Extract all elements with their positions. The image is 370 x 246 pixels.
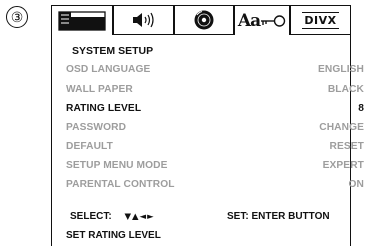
speaker-icon bbox=[132, 12, 154, 28]
audio-tab[interactable] bbox=[113, 5, 174, 35]
setup-tab-bar: Aa DIVX bbox=[51, 5, 357, 35]
disc-tab[interactable] bbox=[174, 5, 234, 35]
page-title: SYSTEM SETUP bbox=[72, 45, 154, 57]
language-tab[interactable] bbox=[51, 5, 113, 35]
divx-tab[interactable]: DIVX bbox=[290, 5, 351, 35]
language-screen-icon bbox=[58, 10, 106, 31]
system-setup-tab[interactable]: Aa bbox=[234, 5, 290, 35]
step-number: ③ bbox=[6, 6, 28, 28]
set-hint: SET: ENTER BUTTON bbox=[227, 211, 330, 222]
disc-icon bbox=[194, 10, 214, 30]
select-hint: SELECT: ▼▲◄► bbox=[70, 211, 155, 222]
arrow-keys-icon: ▼▲◄► bbox=[124, 212, 155, 222]
status-hint: SET RATING LEVEL bbox=[66, 230, 161, 241]
rating-key-icon: Aa bbox=[238, 11, 286, 31]
divx-icon: DIVX bbox=[302, 11, 339, 29]
